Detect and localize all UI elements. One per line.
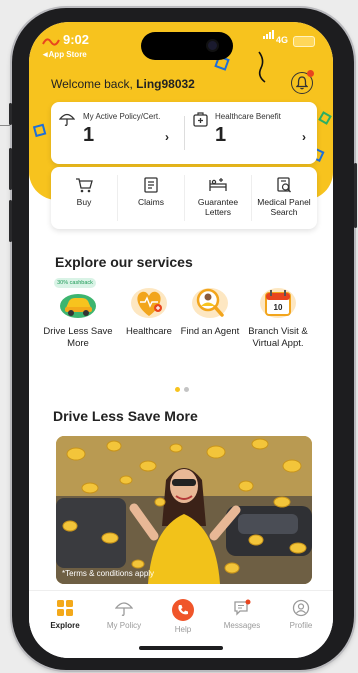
status-bar: 9:02 ◂App Store 4G bbox=[29, 22, 333, 62]
healthcare-benefit-tile[interactable]: Healthcare Benefit 1 › bbox=[185, 102, 317, 164]
profile-icon bbox=[292, 599, 310, 617]
back-arrow-icon: ◂ bbox=[43, 49, 48, 59]
back-to-app-store-link[interactable]: ◂App Store bbox=[43, 49, 87, 60]
claims-document-icon bbox=[144, 177, 158, 193]
dynamic-island bbox=[141, 32, 233, 60]
message-icon bbox=[234, 599, 251, 616]
pagination-dot[interactable] bbox=[184, 387, 189, 392]
welcome-prefix: Welcome back, bbox=[51, 77, 137, 91]
service-label: Healthcare bbox=[126, 326, 172, 337]
claims-label: Claims bbox=[138, 197, 164, 207]
tab-label: Messages bbox=[223, 621, 261, 630]
action-button bbox=[9, 103, 12, 125]
buy-button[interactable]: Buy bbox=[51, 167, 117, 229]
services-section-title: Explore our services bbox=[55, 254, 193, 270]
volume-up-button bbox=[9, 148, 12, 190]
calendar-day: 10 bbox=[273, 303, 283, 312]
tab-label: My Policy bbox=[106, 621, 142, 630]
claims-button[interactable]: Claims bbox=[118, 167, 184, 229]
service-drive-less-save-more[interactable]: 30% cashback Drive Less Save More bbox=[43, 278, 113, 350]
guarantee-letters-button[interactable]: Guarantee Letters bbox=[185, 167, 251, 229]
promo-title: Drive Less Save More bbox=[53, 408, 198, 424]
power-button bbox=[354, 163, 357, 228]
welcome-message: Welcome back, Ling98032 bbox=[51, 77, 195, 91]
medical-kit-icon bbox=[193, 112, 208, 127]
promo-photo-illustration bbox=[56, 436, 312, 584]
notification-bell-button[interactable] bbox=[291, 70, 314, 94]
cart-icon bbox=[76, 178, 93, 193]
tab-profile[interactable]: Profile bbox=[273, 599, 329, 630]
help-circle bbox=[172, 599, 194, 621]
buy-label: Buy bbox=[76, 197, 92, 207]
car-icon bbox=[60, 294, 96, 318]
chevron-right-icon: › bbox=[302, 130, 306, 144]
promo-banner-image[interactable]: *Terms & conditions apply bbox=[56, 436, 312, 584]
tab-my-policy[interactable]: My Policy bbox=[96, 599, 152, 630]
home-indicator bbox=[139, 646, 223, 650]
policy-summary-card: My Active Policy/Cert. 1 › Healthcare Be… bbox=[51, 102, 317, 164]
medical-panel-search-label: Medical Panel Search bbox=[257, 197, 311, 217]
camera-icon bbox=[208, 41, 217, 50]
tab-label: Help bbox=[174, 625, 192, 634]
umbrella-icon bbox=[115, 602, 133, 616]
status-time: 9:02 bbox=[63, 32, 90, 47]
service-label: Find an Agent bbox=[180, 326, 240, 337]
umbrella-icon bbox=[59, 113, 75, 126]
guarantee-letters-label: Guarantee Letters bbox=[197, 197, 239, 217]
phone-icon bbox=[178, 605, 188, 615]
tab-explore[interactable]: Explore bbox=[37, 599, 93, 630]
notification-dot bbox=[307, 70, 314, 77]
service-find-an-agent[interactable]: Find an Agent bbox=[175, 284, 245, 338]
active-policy-tile[interactable]: My Active Policy/Cert. 1 › bbox=[51, 102, 184, 164]
back-label: App Store bbox=[48, 50, 87, 59]
app-screen: 9:02 ◂App Store 4G Welcome back, Ling980… bbox=[29, 22, 333, 658]
healthcare-benefit-count: 1 bbox=[215, 124, 227, 146]
volume-down-button bbox=[9, 200, 12, 242]
battery-icon bbox=[293, 36, 315, 47]
service-healthcare[interactable]: Healthcare bbox=[114, 284, 184, 338]
chevron-right-icon: › bbox=[165, 130, 169, 144]
grid-icon bbox=[57, 600, 73, 616]
network-type: 4G bbox=[276, 35, 289, 45]
pagination-dot-active[interactable] bbox=[175, 387, 180, 392]
tab-label: Profile bbox=[289, 621, 313, 630]
heart-icon bbox=[131, 288, 167, 318]
username: Ling98032 bbox=[136, 77, 195, 91]
medical-panel-search-button[interactable]: Medical Panel Search bbox=[251, 167, 317, 229]
quick-actions-card: Buy Claims Guarantee Letters Medical Pan… bbox=[51, 167, 317, 229]
terms-note: *Terms & conditions apply bbox=[62, 569, 155, 578]
active-policy-count: 1 bbox=[83, 124, 95, 146]
active-policy-label: My Active Policy/Cert. bbox=[83, 112, 161, 121]
medical-search-icon bbox=[277, 177, 291, 193]
tab-label: Explore bbox=[50, 621, 80, 630]
hospital-bed-icon bbox=[209, 178, 227, 191]
tab-messages[interactable]: Messages bbox=[214, 599, 270, 630]
service-label: Drive Less Save More bbox=[43, 326, 113, 349]
calendar-icon bbox=[260, 288, 296, 318]
tab-help[interactable]: Help bbox=[155, 599, 211, 634]
agent-search-icon bbox=[192, 288, 228, 318]
carousel-pagination bbox=[175, 379, 193, 397]
service-label: Branch Visit & Virtual Appt. bbox=[248, 326, 308, 349]
bell-icon bbox=[296, 76, 308, 90]
service-branch-visit[interactable]: 10 Branch Visit & Virtual Appt. bbox=[243, 284, 313, 350]
healthcare-benefit-label: Healthcare Benefit bbox=[215, 112, 281, 121]
